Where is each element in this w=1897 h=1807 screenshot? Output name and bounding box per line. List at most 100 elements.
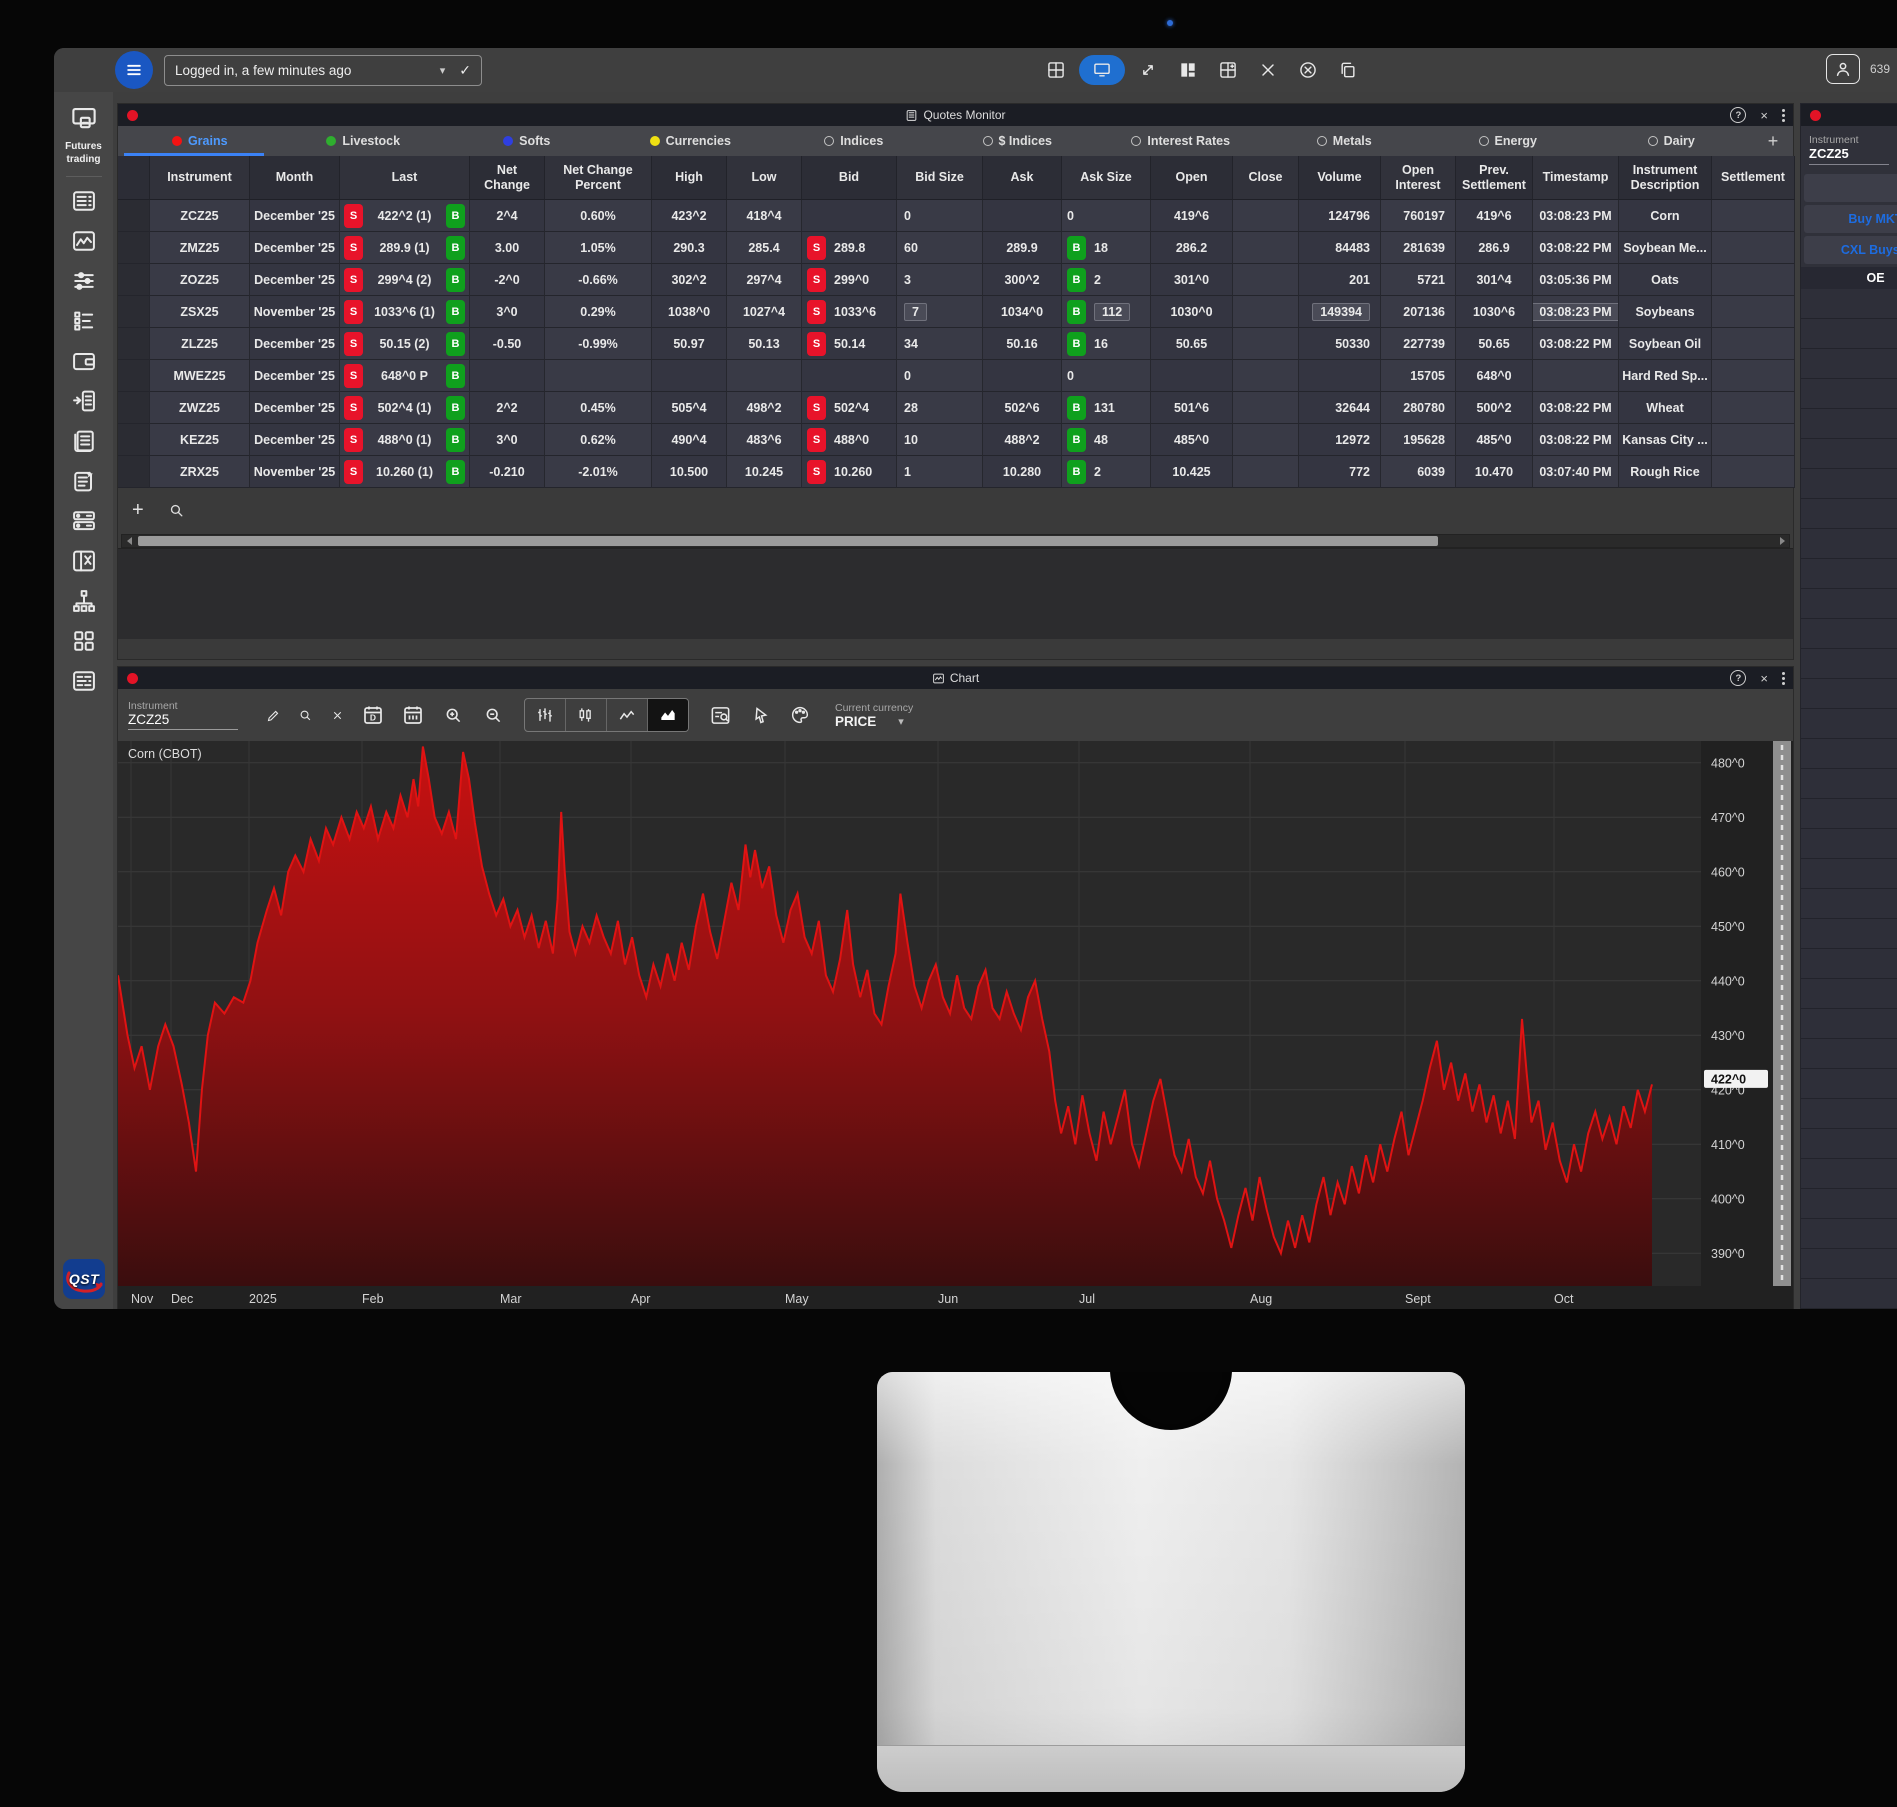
copy-icon[interactable] <box>1331 55 1365 85</box>
quote-row-ZCZ25[interactable]: ZCZ25December '25S422^2 (1)B2^40.60%423^… <box>118 200 1793 232</box>
tab-interest-rates[interactable]: Interest Rates <box>1099 126 1263 156</box>
buy-ask-button[interactable]: B <box>1067 268 1086 292</box>
buy-ask-button[interactable]: B <box>1067 396 1086 420</box>
buy-ask-button[interactable]: B <box>1067 428 1086 452</box>
chevron-down-icon[interactable]: ▾ <box>898 715 904 728</box>
tab-currencies[interactable]: Currencies <box>609 126 773 156</box>
sidebar-item-quotes-monitor[interactable] <box>64 183 104 223</box>
sell-button[interactable]: S <box>344 364 363 388</box>
sidebar-item-hierarchy[interactable] <box>64 583 104 623</box>
buy-mkt-button[interactable]: Buy MKT <box>1804 205 1897 233</box>
expand-icon[interactable] <box>1131 55 1165 85</box>
column-header-instrument[interactable]: Instrument <box>150 156 250 200</box>
grid-add-icon[interactable] <box>1211 55 1245 85</box>
chart-vertical-scrollbar[interactable] <box>1773 741 1791 1286</box>
column-header-ask_size[interactable]: Ask Size <box>1062 156 1151 200</box>
login-status-dropdown[interactable]: Logged in, a few minutes ago ▾ ✓ <box>164 55 482 86</box>
edit-icon[interactable] <box>262 700 284 730</box>
zoom-in-icon[interactable] <box>438 700 468 730</box>
tab-indices[interactable]: Indices <box>772 126 936 156</box>
quote-row-ZLZ25[interactable]: ZLZ25December '25S50.15 (2)B-0.50-0.99%5… <box>118 328 1793 360</box>
main-menu-button[interactable] <box>115 51 153 89</box>
column-header-month[interactable]: Month <box>250 156 340 200</box>
column-header-low[interactable]: Low <box>727 156 802 200</box>
clear-icon[interactable] <box>326 700 348 730</box>
candle-chart-type-icon[interactable] <box>566 699 607 731</box>
sell-bid-button[interactable]: S <box>807 460 826 484</box>
tab-grains[interactable]: Grains <box>118 126 282 156</box>
buy-ask-button[interactable]: B <box>1067 332 1086 356</box>
column-header-prev_settlement[interactable]: Prev. Settlement <box>1456 156 1533 200</box>
layout-icon[interactable] <box>1171 55 1205 85</box>
sell-button[interactable]: S <box>344 268 363 292</box>
column-header-last[interactable]: Last <box>340 156 470 200</box>
sell-bid-button[interactable]: S <box>807 300 826 324</box>
area-chart-type-icon[interactable] <box>648 699 688 731</box>
column-header-bid[interactable]: Bid <box>802 156 897 200</box>
column-header-high[interactable]: High <box>652 156 727 200</box>
sidebar-item-notes[interactable] <box>64 463 104 503</box>
buy-button[interactable]: B <box>446 268 465 292</box>
column-header-timestamp[interactable]: Timestamp <box>1533 156 1619 200</box>
add-tab-button[interactable]: + <box>1753 126 1793 156</box>
sell-button[interactable]: S <box>344 460 363 484</box>
column-header-description[interactable]: Instrument Description <box>1619 156 1712 200</box>
quote-row-KEZ25[interactable]: KEZ25December '25S488^0 (1)B3^00.62%490^… <box>118 424 1793 456</box>
sell-bid-button[interactable]: S <box>807 428 826 452</box>
column-header-net_change_pct[interactable]: Net Change Percent <box>545 156 652 200</box>
line-chart-type-icon[interactable] <box>607 699 648 731</box>
sidebar-item-wallet[interactable] <box>64 343 104 383</box>
sell-button[interactable]: S <box>344 236 363 260</box>
window-grid-icon[interactable] <box>1039 55 1073 85</box>
buy-ask-button[interactable]: B <box>1067 460 1086 484</box>
column-header-leader[interactable] <box>118 156 150 200</box>
tab-dairy[interactable]: Dairy <box>1590 126 1754 156</box>
sell-bid-button[interactable]: S <box>807 268 826 292</box>
column-header-ask[interactable]: Ask <box>983 156 1062 200</box>
buy-ask-button[interactable]: B <box>1067 300 1086 324</box>
tab-livestock[interactable]: Livestock <box>282 126 446 156</box>
close-panel-button[interactable]: × <box>1760 671 1768 686</box>
sell-button[interactable]: S <box>344 428 363 452</box>
close-circle-icon[interactable] <box>1291 55 1325 85</box>
cxl-buys-button[interactable]: CXL Buys 2 <box>1804 236 1897 264</box>
buy-button[interactable]: B <box>446 460 465 484</box>
sidebar-item-filters[interactable] <box>64 263 104 303</box>
help-button[interactable]: ? <box>1730 107 1746 123</box>
flat-button[interactable]: Flat <box>1804 174 1897 202</box>
chart-instrument-input[interactable]: ZCZ25 <box>128 712 238 730</box>
buy-button[interactable]: B <box>446 236 465 260</box>
panel-menu-button[interactable] <box>1782 677 1785 680</box>
sell-bid-button[interactable]: S <box>807 332 826 356</box>
user-profile-button[interactable] <box>1826 54 1860 84</box>
palette-icon[interactable] <box>785 700 815 730</box>
quote-row-ZOZ25[interactable]: ZOZ25December '25S299^4 (2)B-2^0-0.66%30… <box>118 264 1793 296</box>
column-header-net_change[interactable]: Net Change <box>470 156 545 200</box>
add-instrument-button[interactable]: + <box>132 499 144 522</box>
price-chart[interactable]: 480^0470^0460^0450^0440^0430^0420^0410^0… <box>118 741 1793 1309</box>
column-header-settlement[interactable]: Settlement <box>1712 156 1795 200</box>
sell-button[interactable]: S <box>344 204 363 228</box>
bar-chart-type-icon[interactable] <box>525 699 566 731</box>
sidebar-item-apps-grid[interactable] <box>64 623 104 663</box>
monitor-icon[interactable] <box>1079 55 1125 85</box>
buy-button[interactable]: B <box>446 396 465 420</box>
sell-button[interactable]: S <box>344 300 363 324</box>
column-header-open_interest[interactable]: Open Interest <box>1381 156 1456 200</box>
scroll-left-arrow[interactable] <box>122 535 136 547</box>
sidebar-item-order-import[interactable] <box>64 383 104 423</box>
column-header-bid_size[interactable]: Bid Size <box>897 156 983 200</box>
column-header-close[interactable]: Close <box>1233 156 1299 200</box>
quote-row-ZRX25[interactable]: ZRX25November '25S10.260 (1)B-0.210-2.01… <box>118 456 1793 488</box>
help-button[interactable]: ? <box>1730 670 1746 686</box>
scroll-right-arrow[interactable] <box>1775 535 1789 547</box>
scrollbar-thumb[interactable] <box>138 536 1438 546</box>
draw-cursor-icon[interactable] <box>745 700 775 730</box>
sidebar-item-market-depth[interactable] <box>64 303 104 343</box>
close-icon[interactable] <box>1251 55 1285 85</box>
sell-button[interactable]: S <box>344 396 363 420</box>
sidebar-item-settings-list[interactable] <box>64 663 104 703</box>
buy-ask-button[interactable]: B <box>1067 236 1086 260</box>
oe-instrument-input[interactable]: ZCZ25 <box>1809 146 1889 165</box>
sell-bid-button[interactable]: S <box>807 236 826 260</box>
